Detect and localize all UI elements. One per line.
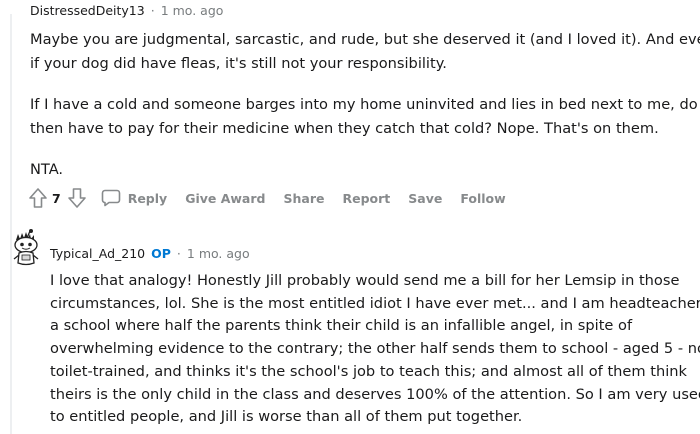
vote-count: 7 [52, 190, 61, 206]
comment-author[interactable]: Typical_Ad_210 [50, 246, 145, 261]
comment-text-line: a school where half the parents think th… [50, 317, 633, 335]
comment-text-line: If I have a cold and someone barges into… [30, 96, 700, 113]
comment-text-line: circumstances, lol. She is the most enti… [50, 294, 700, 312]
reply-button[interactable]: Reply [101, 189, 167, 207]
comment-text-line: Maybe you are judgmental, sarcastic, and… [30, 31, 700, 48]
comment-text-line: I love that analogy! Honestly Jill proba… [50, 272, 680, 289]
comment-text-line: overwhelming evidence to the contrary; t… [50, 340, 700, 358]
snoo-avatar-icon[interactable] [10, 228, 42, 266]
comment-thread: DistressedDeity13 · 1 mo. ago Maybe you … [0, 0, 700, 434]
comment-paragraph: NTA. [30, 158, 690, 182]
comment-text-line: theirs is the only child in the class an… [50, 385, 700, 403]
upvote-arrow-icon[interactable] [28, 187, 48, 209]
comment-timestamp[interactable]: 1 mo. ago [161, 3, 224, 18]
op-badge: OP [151, 245, 171, 261]
comment-text-line: to entitled people, and Jill is worse th… [50, 408, 523, 426]
comment-author[interactable]: DistressedDeity13 [30, 3, 145, 18]
reply-label: Reply [127, 190, 168, 206]
comment-header: Typical_Ad_210 OP · 1 mo. ago [50, 244, 250, 262]
meta-separator: · [176, 245, 181, 261]
report-button[interactable]: Report [342, 191, 390, 206]
share-button[interactable]: Share [283, 191, 324, 206]
comment-text-line: then have to pay for their medicine when… [30, 120, 659, 137]
comment-timestamp[interactable]: 1 mo. ago [187, 246, 250, 261]
comment-text-line: NTA. [30, 161, 64, 178]
downvote-arrow-icon[interactable] [67, 187, 87, 209]
comment-action-bar: 7 Reply Give Award Share Report Save Fol… [28, 186, 506, 210]
comment-body: Maybe you are judgmental, sarcastic, and… [30, 28, 700, 199]
meta-separator: · [150, 2, 155, 18]
give-award-button[interactable]: Give Award [185, 191, 265, 206]
comment-text-line: toilet-trained, and thinks it's the scho… [50, 362, 687, 380]
save-button[interactable]: Save [408, 191, 442, 206]
comment-body: I love that analogy! Honestly Jill proba… [50, 270, 700, 429]
comment-paragraph: Maybe you are judgmental, sarcastic, and… [30, 28, 700, 76]
comment-text-line: if your dog did have fleas, it's still n… [30, 55, 447, 72]
speech-bubble-icon [101, 189, 121, 207]
thread-line[interactable] [10, 14, 12, 434]
comment-header: DistressedDeity13 · 1 mo. ago [30, 2, 223, 18]
comment-paragraph: If I have a cold and someone barges into… [30, 93, 700, 141]
follow-button[interactable]: Follow [460, 191, 505, 206]
